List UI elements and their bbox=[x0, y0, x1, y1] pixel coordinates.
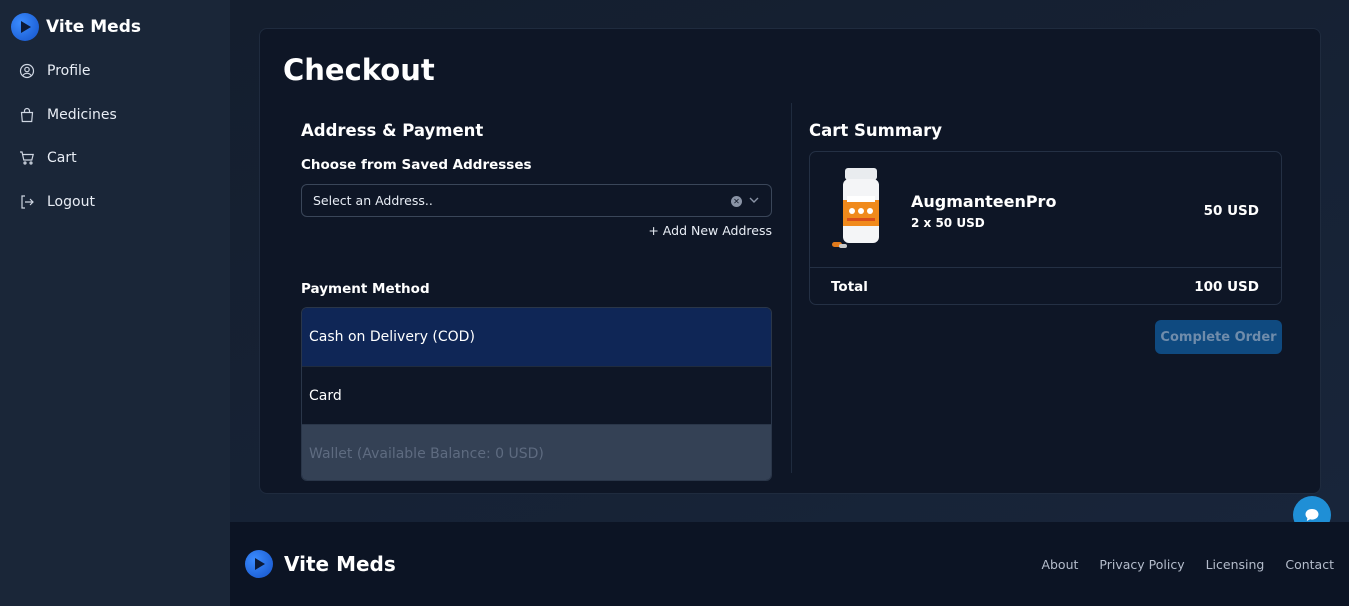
page-title: Checkout bbox=[283, 53, 435, 87]
clear-icon[interactable]: ✕ bbox=[731, 196, 742, 207]
sidebar: Vite Meds Profile Medicines Cart Logout bbox=[0, 0, 230, 606]
cart-icon bbox=[18, 149, 36, 167]
sidebar-item-profile[interactable]: Profile bbox=[18, 58, 117, 84]
payment-option-cod[interactable]: Cash on Delivery (COD) bbox=[302, 308, 771, 366]
payment-option-wallet: Wallet (Available Balance: 0 USD) bbox=[302, 424, 771, 480]
main-content: Checkout Address & Payment Choose from S… bbox=[230, 0, 1349, 522]
vite-meds-logo-icon bbox=[245, 550, 273, 578]
sidebar-item-label: Profile bbox=[47, 63, 91, 79]
sidebar-item-medicines[interactable]: Medicines bbox=[18, 102, 117, 128]
payment-option-card[interactable]: Card bbox=[302, 366, 771, 424]
footer-links: About Privacy Policy Licensing Contact bbox=[1020, 557, 1334, 572]
brand-logo[interactable]: Vite Meds bbox=[11, 13, 141, 41]
address-select-placeholder: Select an Address.. bbox=[313, 193, 433, 208]
sidebar-item-label: Medicines bbox=[47, 106, 117, 123]
footer: Vite Meds About Privacy Policy Licensing… bbox=[230, 522, 1349, 606]
product-quantity: 2 x 50 USD bbox=[911, 216, 985, 230]
footer-link-privacy-policy[interactable]: Privacy Policy bbox=[1099, 557, 1184, 572]
product-image bbox=[832, 168, 879, 248]
sidebar-item-cart[interactable]: Cart bbox=[18, 145, 117, 171]
logout-icon bbox=[18, 193, 36, 211]
sidebar-nav: Profile Medicines Cart Logout bbox=[18, 58, 117, 232]
footer-brand-name: Vite Meds bbox=[284, 552, 396, 576]
sidebar-item-label: Logout bbox=[47, 193, 95, 210]
add-new-address-link[interactable]: + Add New Address bbox=[648, 223, 772, 238]
footer-link-licensing[interactable]: Licensing bbox=[1206, 557, 1265, 572]
total-value: 100 USD bbox=[1194, 279, 1259, 295]
sidebar-item-label: Cart bbox=[47, 150, 77, 166]
saved-addresses-label: Choose from Saved Addresses bbox=[301, 157, 532, 173]
user-circle-icon bbox=[18, 62, 36, 80]
summary-divider bbox=[810, 267, 1281, 268]
address-payment-heading: Address & Payment bbox=[301, 121, 484, 140]
footer-link-about[interactable]: About bbox=[1041, 557, 1078, 572]
checkout-card: Checkout Address & Payment Choose from S… bbox=[259, 28, 1321, 494]
cart-summary-box: AugmanteenPro 2 x 50 USD 50 USD Total 10… bbox=[809, 151, 1282, 305]
product-name: AugmanteenPro bbox=[911, 192, 1057, 211]
total-label: Total bbox=[831, 279, 868, 295]
section-divider bbox=[791, 103, 792, 473]
sidebar-item-logout[interactable]: Logout bbox=[18, 189, 117, 215]
address-payment-section: Address & Payment Choose from Saved Addr… bbox=[301, 121, 772, 481]
address-select[interactable]: Select an Address.. ✕ bbox=[301, 184, 772, 217]
footer-link-contact[interactable]: Contact bbox=[1285, 557, 1334, 572]
cart-summary-heading: Cart Summary bbox=[809, 121, 943, 140]
payment-method-label: Payment Method bbox=[301, 281, 430, 297]
cart-summary-section: Cart Summary AugmanteenPro 2 x 50 USD 50… bbox=[809, 121, 1282, 354]
footer-brand[interactable]: Vite Meds bbox=[245, 550, 396, 578]
vite-meds-logo-icon bbox=[11, 13, 39, 41]
chevron-down-icon bbox=[749, 197, 759, 203]
chat-bubble-icon bbox=[1305, 509, 1319, 521]
shopping-bag-icon bbox=[18, 106, 36, 124]
complete-order-button[interactable]: Complete Order bbox=[1155, 320, 1282, 354]
product-price: 50 USD bbox=[1203, 203, 1259, 219]
brand-name: Vite Meds bbox=[46, 17, 141, 37]
payment-method-list: Cash on Delivery (COD) Card Wallet (Avai… bbox=[301, 307, 772, 481]
